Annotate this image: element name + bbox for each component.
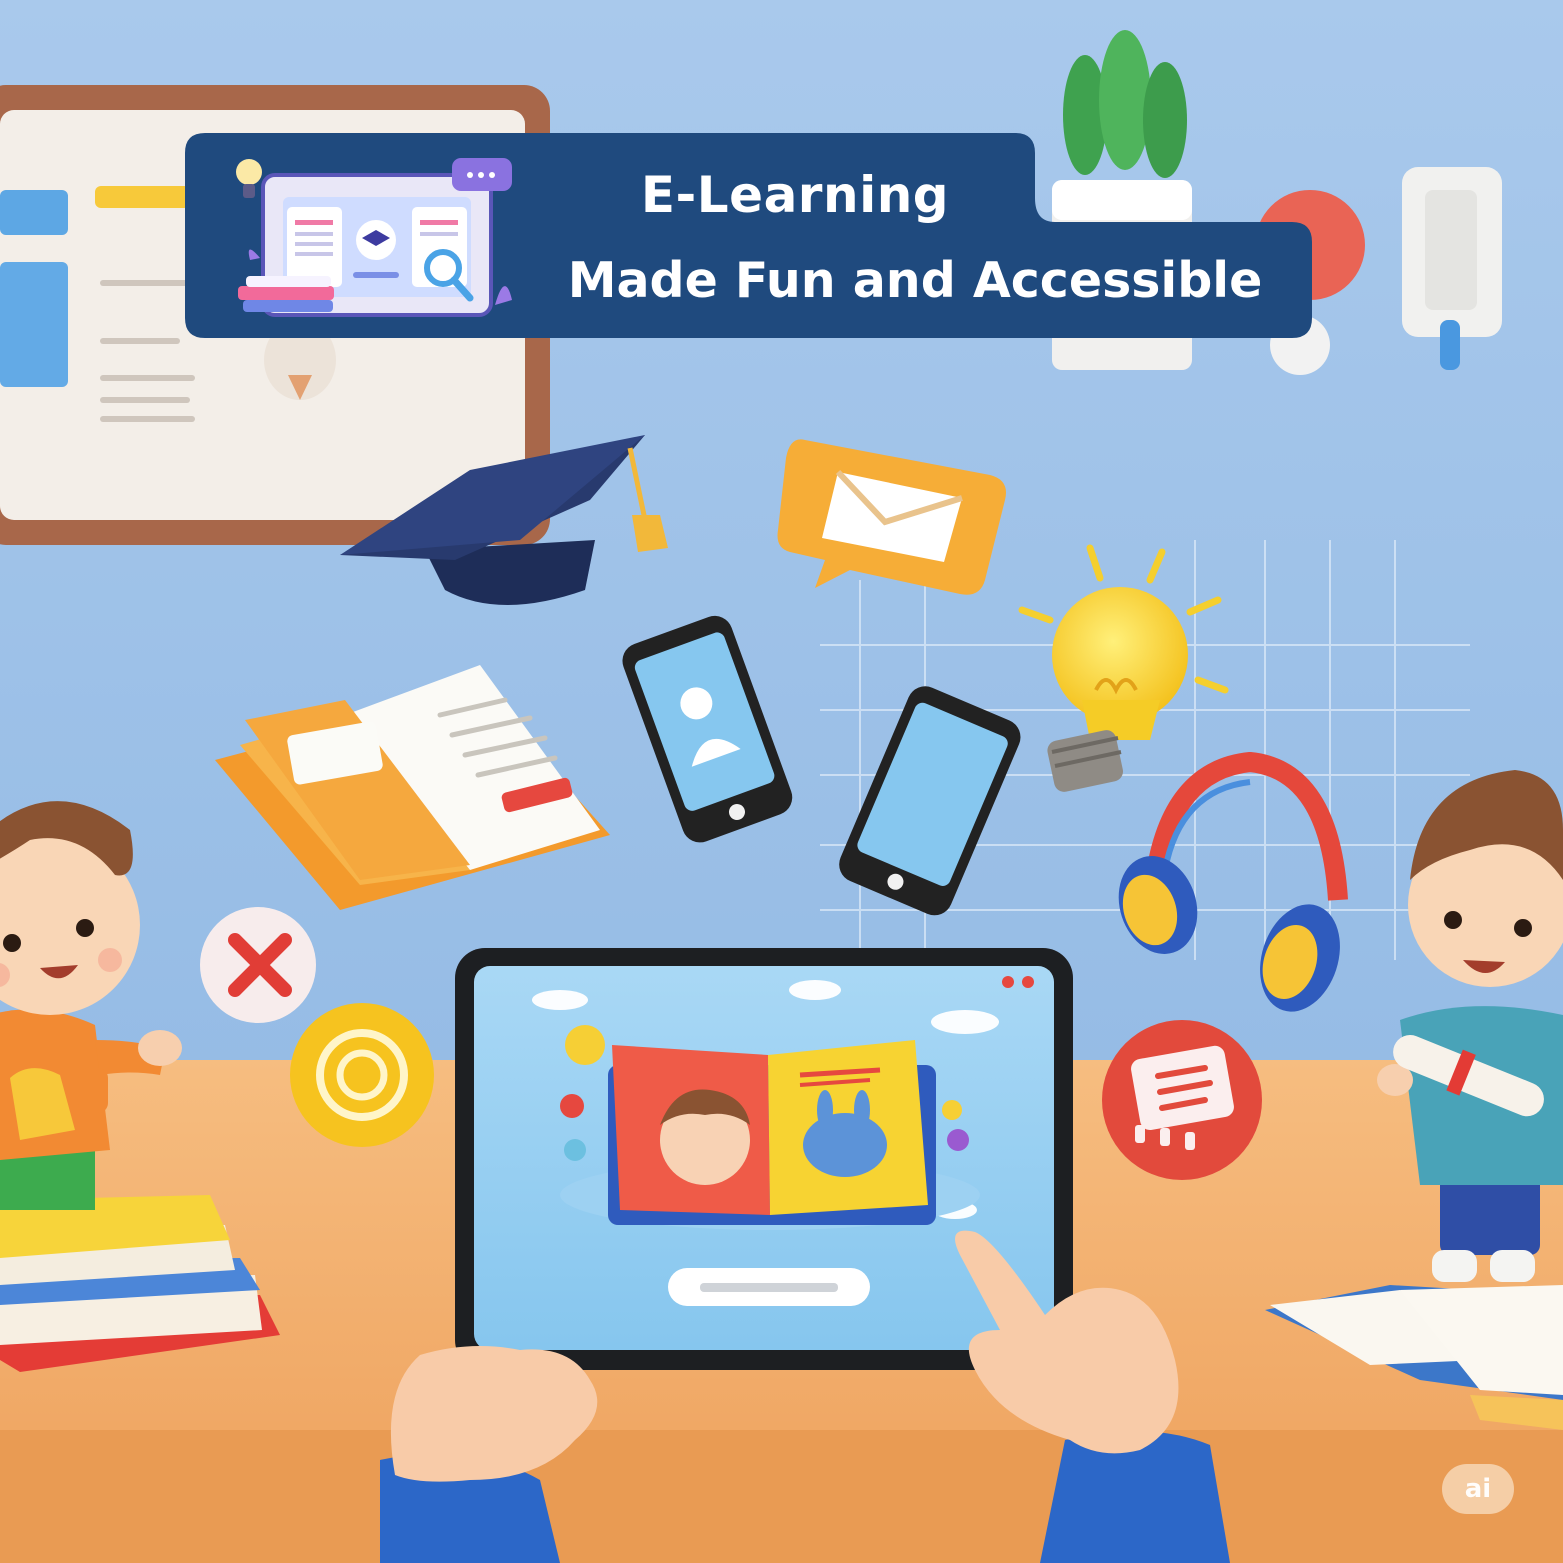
close-x-icon	[200, 907, 316, 1023]
document-icon	[1102, 1020, 1262, 1180]
tablet-icon	[455, 948, 1073, 1370]
illustration	[0, 0, 1563, 1563]
ai-watermark-badge: ai	[1442, 1464, 1514, 1514]
elearning-scene: E-Learning Made Fun and Accessible ai	[0, 0, 1563, 1563]
target-icon	[290, 1003, 434, 1147]
laptop-elearning-icon	[236, 158, 512, 317]
